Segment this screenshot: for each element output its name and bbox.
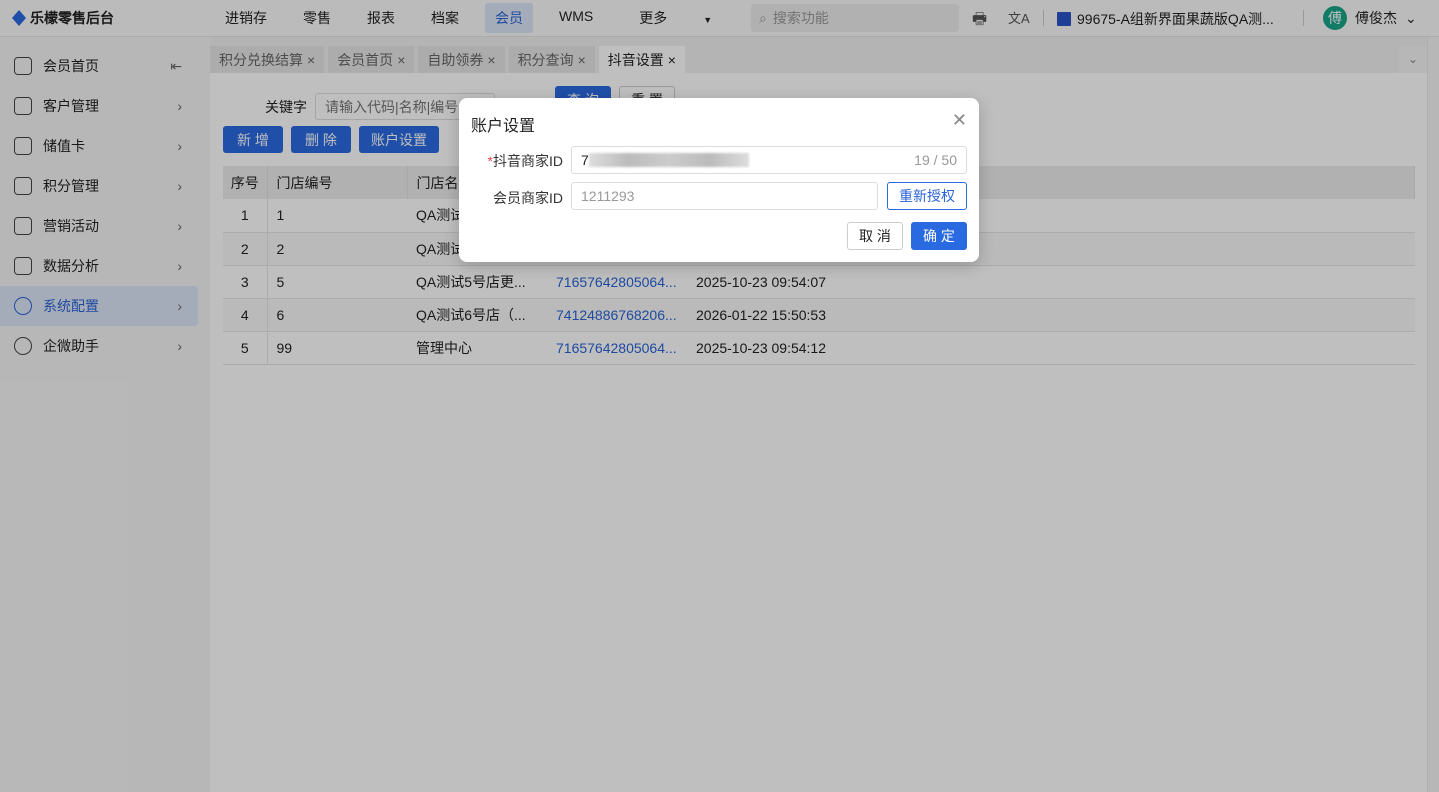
close-icon[interactable]: ✕ — [952, 110, 967, 131]
cancel-button[interactable]: 取 消 — [847, 222, 903, 250]
reauthorize-button[interactable]: 重新授权 — [887, 182, 967, 210]
char-count: 19 / 50 — [914, 152, 957, 168]
confirm-button[interactable]: 确 定 — [911, 222, 967, 250]
account-settings-dialog: 账户设置 ✕ *抖音商家ID 7 19 / 50 会员商家ID 1211293 重… — [459, 98, 979, 262]
douyin-id-value: 7 — [581, 152, 589, 168]
douyin-id-input[interactable]: 7 19 / 50 — [571, 146, 967, 174]
douyin-id-label-text: 抖音商家ID — [493, 153, 563, 169]
redacted-blur — [588, 153, 749, 167]
member-id-label: 会员商家ID — [493, 190, 563, 206]
member-id-input[interactable]: 1211293 — [571, 182, 878, 210]
dialog-title: 账户设置 — [471, 118, 536, 135]
douyin-id-label: *抖音商家ID — [487, 153, 563, 169]
